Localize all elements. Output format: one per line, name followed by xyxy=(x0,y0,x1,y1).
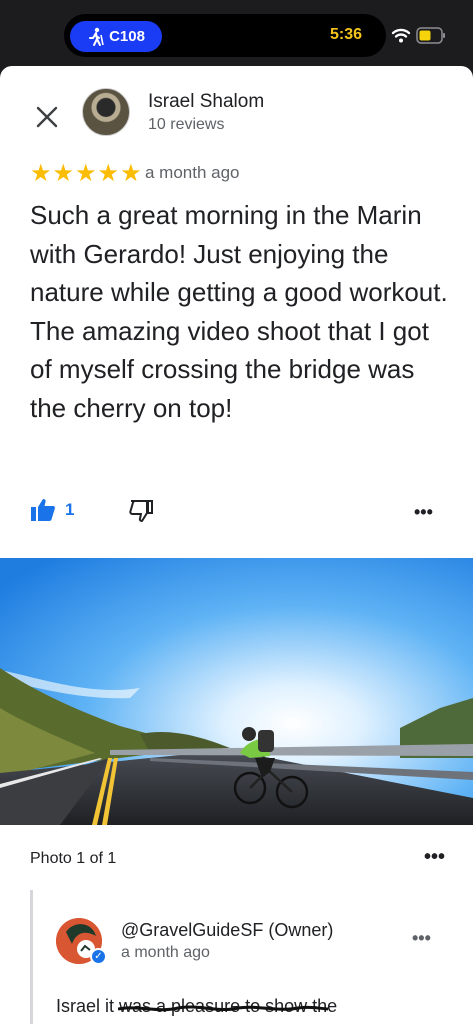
owner-reply: ✓ @GravelGuideSF (Owner) a month ago •••… xyxy=(30,890,473,1024)
photo-more-button[interactable]: ••• xyxy=(424,846,445,869)
review-photo[interactable] xyxy=(0,558,473,825)
review-sheet: Israel Shalom 10 reviews ★ ★ ★ ★ ★ a mon… xyxy=(0,66,473,1024)
redaction-scribble xyxy=(118,1005,328,1012)
star-rating: ★ ★ ★ ★ ★ xyxy=(30,162,142,186)
star-icon: ★ xyxy=(52,160,75,187)
battery-icon xyxy=(416,27,445,44)
clock-time: 5:36 xyxy=(330,26,363,43)
reviewer-name[interactable]: Israel Shalom xyxy=(148,91,264,113)
owner-more-button[interactable]: ••• xyxy=(412,928,431,949)
like-count: 1 xyxy=(65,500,75,519)
like-button[interactable]: 1 xyxy=(30,498,74,522)
review-text: Such a great morning in the Marin with G… xyxy=(30,200,448,423)
reply-indent-bar xyxy=(30,890,33,1024)
cyclist-photo xyxy=(0,558,473,825)
navigation-pill[interactable]: C108 xyxy=(70,21,162,52)
close-icon xyxy=(36,106,58,128)
owner-name[interactable]: @GravelGuideSF (Owner) xyxy=(121,920,333,941)
thumbs-up-icon xyxy=(31,499,55,521)
navigation-label: C108 xyxy=(109,28,145,45)
close-button[interactable] xyxy=(30,100,64,134)
reviewer-review-count: 10 reviews xyxy=(148,116,225,133)
star-icon: ★ xyxy=(75,160,97,187)
status-bar: C108 5:36 xyxy=(0,0,473,66)
dislike-button[interactable] xyxy=(128,499,154,528)
star-icon: ★ xyxy=(30,160,52,187)
reviewer-avatar[interactable] xyxy=(82,88,130,136)
star-icon: ★ xyxy=(120,160,142,187)
photo-counter: Photo 1 of 1 xyxy=(30,850,117,867)
wifi-icon xyxy=(391,28,411,43)
review-time: a month ago xyxy=(145,163,240,182)
star-icon: ★ xyxy=(97,160,120,187)
verified-badge-icon: ✓ xyxy=(90,948,107,965)
thumbs-down-icon xyxy=(129,500,153,522)
owner-reply-time: a month ago xyxy=(121,944,210,961)
review-more-button[interactable]: ••• xyxy=(414,502,433,523)
walking-icon xyxy=(89,27,104,46)
